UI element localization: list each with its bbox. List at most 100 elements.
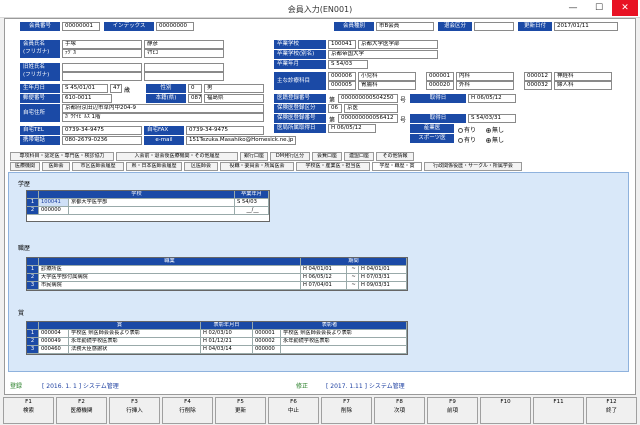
hokenno-field[interactable]: 000000000056412 <box>338 114 398 123</box>
email-field[interactable]: 151Tezuka.Masahiko@Homesick.ne.jp <box>186 136 296 145</box>
tab-renmei[interactable]: 連盟口座 <box>344 152 374 161</box>
birth-field[interactable]: S 45/01/01 <box>62 84 108 93</box>
shokureki-from-cell[interactable]: H 07/04/01 <box>301 282 347 290</box>
sei-field[interactable]: 手塚 <box>62 40 142 49</box>
old-mei-field[interactable] <box>144 63 224 72</box>
f2-iryokikan-button[interactable]: F2 医療機関 <box>56 397 107 424</box>
touroku-field[interactable]: 000000000504250 <box>338 94 398 103</box>
f1-search-button[interactable]: F1 検索 <box>3 397 54 424</box>
nen-field[interactable]: S 54/03 <box>328 60 368 69</box>
sho-date-cell[interactable]: H 01/12/21 <box>201 338 253 346</box>
shokureki-from-cell[interactable]: H 04/01/01 <box>301 266 347 274</box>
koshin-field: 2017/01/11 <box>554 22 618 31</box>
f7-delete-button[interactable]: F7 削除 <box>321 397 372 424</box>
f9-prev-button[interactable]: F9 前項 <box>427 397 478 424</box>
shokureki-to-cell[interactable]: H 09/03/31 <box>359 282 407 290</box>
gakureki-code-cell[interactable]: 000000 <box>39 207 69 215</box>
sho-code-cell[interactable]: 000049 <box>39 338 69 346</box>
sei-kana-field[interactable]: ﾃﾂﾞｶ <box>62 49 142 58</box>
sho-col-sho: 賞 <box>39 322 201 330</box>
shokureki-name-cell[interactable]: 市民病院 <box>39 282 301 290</box>
tab-shiku-rireki[interactable]: 市区医師会履歴 <box>72 162 124 171</box>
old-sei-field[interactable] <box>62 63 142 72</box>
sangyo-ari-radio[interactable]: 有り <box>458 125 476 134</box>
zip-field[interactable]: 610-0011 <box>62 94 112 103</box>
mei-field[interactable]: 静彦 <box>144 40 224 49</box>
addr2-field[interactable]: ｶﾞﾜｹｲﾋﾞﾙｽ 1階 <box>62 113 264 122</box>
kaiin-no-field[interactable]: 00000001 <box>62 22 100 31</box>
f10-button[interactable]: F10 <box>480 397 531 424</box>
gakureki-date-cell[interactable]: S 54/03 <box>235 199 269 207</box>
close-button[interactable]: ✕ <box>612 0 638 16</box>
taikai-field[interactable] <box>474 22 514 31</box>
hoken-code-field[interactable]: 06 <box>328 104 342 113</box>
pref-code-field[interactable]: 087 <box>188 94 202 103</box>
shokureki-to-cell[interactable]: H 07/03/31 <box>359 274 407 282</box>
tab-ken-rireki[interactable]: 県・日本医師会履歴 <box>126 162 182 171</box>
shokureki-from-cell[interactable]: H 06/05/12 <box>301 274 347 282</box>
kamoku1-code[interactable]: 000006 <box>328 72 356 81</box>
maximize-button[interactable]: ☐ <box>586 0 612 16</box>
addr1-field[interactable]: 京都府京田辺市草内中204-9 <box>62 104 264 113</box>
mobile-field[interactable]: 080-2679-0236 <box>62 136 142 145</box>
kamoku6-code[interactable]: 000032 <box>524 81 552 90</box>
fax-field[interactable]: 0739-34-9475 <box>186 126 264 135</box>
old-sei-kana-field[interactable] <box>62 72 142 81</box>
shubetsu-field[interactable]: 市B会員 <box>376 22 434 31</box>
f8-next-button[interactable]: F8 次項 <box>374 397 425 424</box>
mei-kana-field[interactable]: ﾏｻﾋｺ <box>144 49 224 58</box>
tab-gakkoi[interactable]: 学校医・産業医・担当医 <box>296 162 370 171</box>
sho-code-cell[interactable]: 000460 <box>39 346 69 354</box>
sports-nashi-radio[interactable]: 無し <box>486 135 504 144</box>
shokureki-name-cell[interactable]: 大学医学部付属病院 <box>39 274 301 282</box>
sex-code-field[interactable]: 0 <box>188 84 202 93</box>
tab-ku-ishikai[interactable]: 区医師会 <box>184 162 218 171</box>
f6-cancel-button[interactable]: F6 中止 <box>268 397 319 424</box>
tab-nyukaimae[interactable]: 入会前・退会後医療機関・その他履歴 <box>116 152 238 161</box>
f3-insert-row-button[interactable]: F3 行挿入 <box>109 397 160 424</box>
kamoku4-code[interactable]: 000005 <box>328 81 356 90</box>
hokenno-date-field[interactable]: S 54/03/31 <box>468 114 516 123</box>
tel-field[interactable]: 0739-34-9475 <box>62 126 142 135</box>
hyoshosha-code-cell[interactable]: 000001 <box>253 330 281 338</box>
hyoshosha-name-cell: 学校医 県医師会会長より表彰 <box>281 330 407 338</box>
tab-ishikai[interactable]: 医師会 <box>42 162 70 171</box>
gakkou-field[interactable]: 京都帝国大学 <box>328 50 438 59</box>
shokureki-name-cell[interactable]: 診療所医 <box>39 266 301 274</box>
gakureki-date-cell[interactable]: __/__ <box>235 207 269 215</box>
tab-iryokikan[interactable]: 医療機関 <box>10 162 40 171</box>
f5-update-button[interactable]: F5 更新 <box>215 397 266 424</box>
tab-sonota[interactable]: その他情報 <box>376 152 414 161</box>
kamoku2-code[interactable]: 000001 <box>426 72 454 81</box>
ikyoku-field[interactable]: H 06/05/12 <box>328 124 376 133</box>
sho-date-cell[interactable]: H 02/03/10 <box>201 330 253 338</box>
f4-delete-row-button[interactable]: F4 行削除 <box>162 397 213 424</box>
sho-col-hyoshosha: 表彰者 <box>253 322 407 330</box>
sports-ari-radio[interactable]: 有り <box>458 135 476 144</box>
gakko-code-field[interactable]: 100041 <box>328 40 356 49</box>
tab-yakushoku[interactable]: 役職・委員会・所属医会 <box>220 162 294 171</box>
tab-kaihi[interactable]: 会費口座 <box>312 152 342 161</box>
sho-code-cell[interactable]: 000004 <box>39 330 69 338</box>
kamoku5-code[interactable]: 000020 <box>426 81 454 90</box>
sangyo-nashi-radio[interactable]: 無し <box>486 125 504 134</box>
kamoku6-name: 婦人科 <box>554 81 612 90</box>
kamoku4-name: 胃腸科 <box>358 81 416 90</box>
shokureki-to-cell[interactable]: H 04/01/01 <box>359 266 407 274</box>
hyoshosha-code-cell[interactable]: 000002 <box>253 338 281 346</box>
sho-date-cell[interactable]: H 04/03/14 <box>201 346 253 354</box>
tab-gakureki[interactable]: 学歴・職歴・賞 <box>372 162 422 171</box>
tab-ginkou[interactable]: 銀行口座 <box>240 152 268 161</box>
old-mei-kana-field[interactable] <box>144 72 224 81</box>
tab-senkou[interactable]: 専攻科目・認定医・専門医・検診協力 <box>10 152 114 161</box>
minimize-button[interactable]: — <box>560 0 586 16</box>
tab-gyousei[interactable]: 行政関係役歴・サークル・所属学会 <box>424 162 522 171</box>
index-field[interactable]: 00000000 <box>156 22 194 31</box>
tab-dm[interactable]: DM発行区分 <box>270 152 310 161</box>
f12-exit-button[interactable]: F12 終了 <box>586 397 637 424</box>
gakureki-code-cell[interactable]: 100041 <box>39 199 69 207</box>
hyoshosha-code-cell[interactable]: 000000 <box>253 346 281 354</box>
touroku-date-field[interactable]: H 06/05/12 <box>468 94 516 103</box>
kamoku3-code[interactable]: 000012 <box>524 72 552 81</box>
f11-button[interactable]: F11 <box>533 397 584 424</box>
